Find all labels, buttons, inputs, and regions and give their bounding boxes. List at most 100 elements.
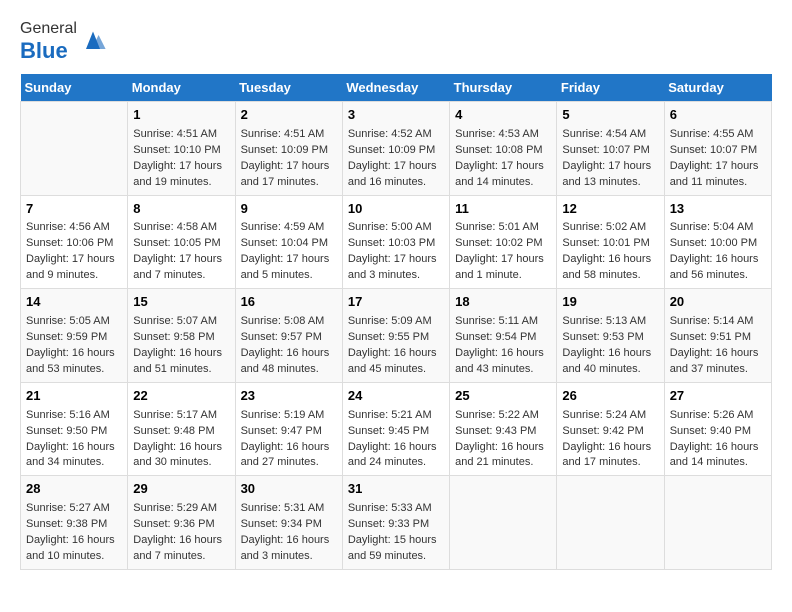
day-number: 29 (133, 480, 229, 499)
calendar-header-row: SundayMondayTuesdayWednesdayThursdayFrid… (21, 74, 772, 102)
calendar-week-3: 14 Sunrise: 5:05 AM Sunset: 9:59 PM Dayli… (21, 289, 772, 383)
calendar-week-4: 21 Sunrise: 5:16 AM Sunset: 9:50 PM Dayli… (21, 382, 772, 476)
calendar-cell: 13Sunrise: 5:04 AM Sunset: 10:00 PM Dayl… (664, 195, 771, 289)
day-info: Sunrise: 5:26 AM Sunset: 9:40 PM Dayligh… (670, 408, 766, 472)
day-info: Sunrise: 5:08 AM Sunset: 9:57 PM Dayligh… (241, 314, 337, 378)
day-info: Sunrise: 4:56 AM Sunset: 10:06 PM Daylig… (26, 220, 122, 284)
day-info: Sunrise: 4:53 AM Sunset: 10:08 PM Daylig… (455, 127, 551, 191)
day-number: 15 (133, 293, 229, 312)
calendar-cell (664, 476, 771, 570)
calendar-cell: 24 Sunrise: 5:21 AM Sunset: 9:45 PM Dayli… (342, 382, 449, 476)
day-info: Sunrise: 5:05 AM Sunset: 9:59 PM Dayligh… (26, 314, 122, 378)
day-info: Sunrise: 4:59 AM Sunset: 10:04 PM Daylig… (241, 220, 337, 284)
calendar-cell: 29 Sunrise: 5:29 AM Sunset: 9:36 PM Dayli… (128, 476, 235, 570)
day-info: Sunrise: 4:55 AM Sunset: 10:07 PM Daylig… (670, 127, 766, 191)
calendar-cell: 17 Sunrise: 5:09 AM Sunset: 9:55 PM Dayli… (342, 289, 449, 383)
day-info: Sunrise: 5:31 AM Sunset: 9:34 PM Dayligh… (241, 501, 337, 565)
calendar-cell: 18 Sunrise: 5:11 AM Sunset: 9:54 PM Dayli… (450, 289, 557, 383)
day-info: Sunrise: 5:14 AM Sunset: 9:51 PM Dayligh… (670, 314, 766, 378)
day-number: 25 (455, 387, 551, 406)
logo-general-text: General (20, 20, 77, 37)
day-number: 24 (348, 387, 444, 406)
day-number: 4 (455, 106, 551, 125)
day-number: 3 (348, 106, 444, 125)
day-info: Sunrise: 5:11 AM Sunset: 9:54 PM Dayligh… (455, 314, 551, 378)
calendar-cell: 4 Sunrise: 4:53 AM Sunset: 10:08 PM Dayli… (450, 102, 557, 196)
day-number: 5 (562, 106, 658, 125)
day-number: 22 (133, 387, 229, 406)
day-number: 9 (241, 200, 337, 219)
day-info: Sunrise: 5:07 AM Sunset: 9:58 PM Dayligh… (133, 314, 229, 378)
day-number: 12 (562, 200, 658, 219)
calendar-cell: 1Sunrise: 4:51 AM Sunset: 10:10 PM Dayli… (128, 102, 235, 196)
calendar-cell: 30 Sunrise: 5:31 AM Sunset: 9:34 PM Dayli… (235, 476, 342, 570)
day-number: 19 (562, 293, 658, 312)
day-number: 20 (670, 293, 766, 312)
day-info: Sunrise: 5:29 AM Sunset: 9:36 PM Dayligh… (133, 501, 229, 565)
day-number: 30 (241, 480, 337, 499)
logo-blue-text: Blue (20, 38, 68, 63)
calendar-cell: 2 Sunrise: 4:51 AM Sunset: 10:09 PM Dayli… (235, 102, 342, 196)
calendar-cell: 3 Sunrise: 4:52 AM Sunset: 10:09 PM Dayli… (342, 102, 449, 196)
calendar-cell: 25 Sunrise: 5:22 AM Sunset: 9:43 PM Dayli… (450, 382, 557, 476)
day-number: 21 (26, 387, 122, 406)
day-number: 23 (241, 387, 337, 406)
calendar-cell: 20 Sunrise: 5:14 AM Sunset: 9:51 PM Dayli… (664, 289, 771, 383)
day-info: Sunrise: 4:51 AM Sunset: 10:10 PM Daylig… (133, 127, 229, 191)
day-info: Sunrise: 5:19 AM Sunset: 9:47 PM Dayligh… (241, 408, 337, 472)
calendar-week-1: 1Sunrise: 4:51 AM Sunset: 10:10 PM Dayli… (21, 102, 772, 196)
day-info: Sunrise: 4:52 AM Sunset: 10:09 PM Daylig… (348, 127, 444, 191)
calendar-cell: 19 Sunrise: 5:13 AM Sunset: 9:53 PM Dayli… (557, 289, 664, 383)
day-number: 14 (26, 293, 122, 312)
calendar-table: SundayMondayTuesdayWednesdayThursdayFrid… (20, 74, 772, 570)
calendar-cell: 16 Sunrise: 5:08 AM Sunset: 9:57 PM Dayli… (235, 289, 342, 383)
calendar-cell: 21 Sunrise: 5:16 AM Sunset: 9:50 PM Dayli… (21, 382, 128, 476)
day-info: Sunrise: 5:33 AM Sunset: 9:33 PM Dayligh… (348, 501, 444, 565)
day-info: Sunrise: 5:21 AM Sunset: 9:45 PM Dayligh… (348, 408, 444, 472)
calendar-cell (557, 476, 664, 570)
calendar-cell (450, 476, 557, 570)
day-number: 11 (455, 200, 551, 219)
day-number: 7 (26, 200, 122, 219)
day-info: Sunrise: 4:58 AM Sunset: 10:05 PM Daylig… (133, 220, 229, 284)
logo-icon (79, 28, 107, 56)
day-info: Sunrise: 5:13 AM Sunset: 9:53 PM Dayligh… (562, 314, 658, 378)
day-info: Sunrise: 5:24 AM Sunset: 9:42 PM Dayligh… (562, 408, 658, 472)
day-number: 27 (670, 387, 766, 406)
day-info: Sunrise: 5:04 AM Sunset: 10:00 PM Daylig… (670, 220, 766, 284)
calendar-cell: 8Sunrise: 4:58 AM Sunset: 10:05 PM Dayli… (128, 195, 235, 289)
day-number: 17 (348, 293, 444, 312)
header-sunday: Sunday (21, 74, 128, 102)
logo: General Blue (20, 20, 107, 64)
calendar-cell: 26Sunrise: 5:24 AM Sunset: 9:42 PM Dayli… (557, 382, 664, 476)
calendar-cell: 10Sunrise: 5:00 AM Sunset: 10:03 PM Dayl… (342, 195, 449, 289)
day-info: Sunrise: 5:27 AM Sunset: 9:38 PM Dayligh… (26, 501, 122, 565)
day-number: 6 (670, 106, 766, 125)
calendar-cell: 27 Sunrise: 5:26 AM Sunset: 9:40 PM Dayli… (664, 382, 771, 476)
calendar-week-2: 7Sunrise: 4:56 AM Sunset: 10:06 PM Dayli… (21, 195, 772, 289)
day-number: 13 (670, 200, 766, 219)
day-info: Sunrise: 5:02 AM Sunset: 10:01 PM Daylig… (562, 220, 658, 284)
day-info: Sunrise: 5:16 AM Sunset: 9:50 PM Dayligh… (26, 408, 122, 472)
header-friday: Friday (557, 74, 664, 102)
calendar-cell: 22Sunrise: 5:17 AM Sunset: 9:48 PM Dayli… (128, 382, 235, 476)
day-info: Sunrise: 5:09 AM Sunset: 9:55 PM Dayligh… (348, 314, 444, 378)
calendar-cell: 28 Sunrise: 5:27 AM Sunset: 9:38 PM Dayli… (21, 476, 128, 570)
header-thursday: Thursday (450, 74, 557, 102)
calendar-week-5: 28 Sunrise: 5:27 AM Sunset: 9:38 PM Dayli… (21, 476, 772, 570)
day-number: 10 (348, 200, 444, 219)
calendar-cell: 7Sunrise: 4:56 AM Sunset: 10:06 PM Dayli… (21, 195, 128, 289)
header-monday: Monday (128, 74, 235, 102)
day-number: 28 (26, 480, 122, 499)
calendar-cell: 6 Sunrise: 4:55 AM Sunset: 10:07 PM Dayli… (664, 102, 771, 196)
day-number: 18 (455, 293, 551, 312)
day-info: Sunrise: 5:22 AM Sunset: 9:43 PM Dayligh… (455, 408, 551, 472)
calendar-cell: 12Sunrise: 5:02 AM Sunset: 10:01 PM Dayl… (557, 195, 664, 289)
header-tuesday: Tuesday (235, 74, 342, 102)
day-info: Sunrise: 4:51 AM Sunset: 10:09 PM Daylig… (241, 127, 337, 191)
day-number: 31 (348, 480, 444, 499)
day-number: 16 (241, 293, 337, 312)
calendar-cell: 11Sunrise: 5:01 AM Sunset: 10:02 PM Dayl… (450, 195, 557, 289)
day-info: Sunrise: 5:01 AM Sunset: 10:02 PM Daylig… (455, 220, 551, 284)
day-number: 2 (241, 106, 337, 125)
